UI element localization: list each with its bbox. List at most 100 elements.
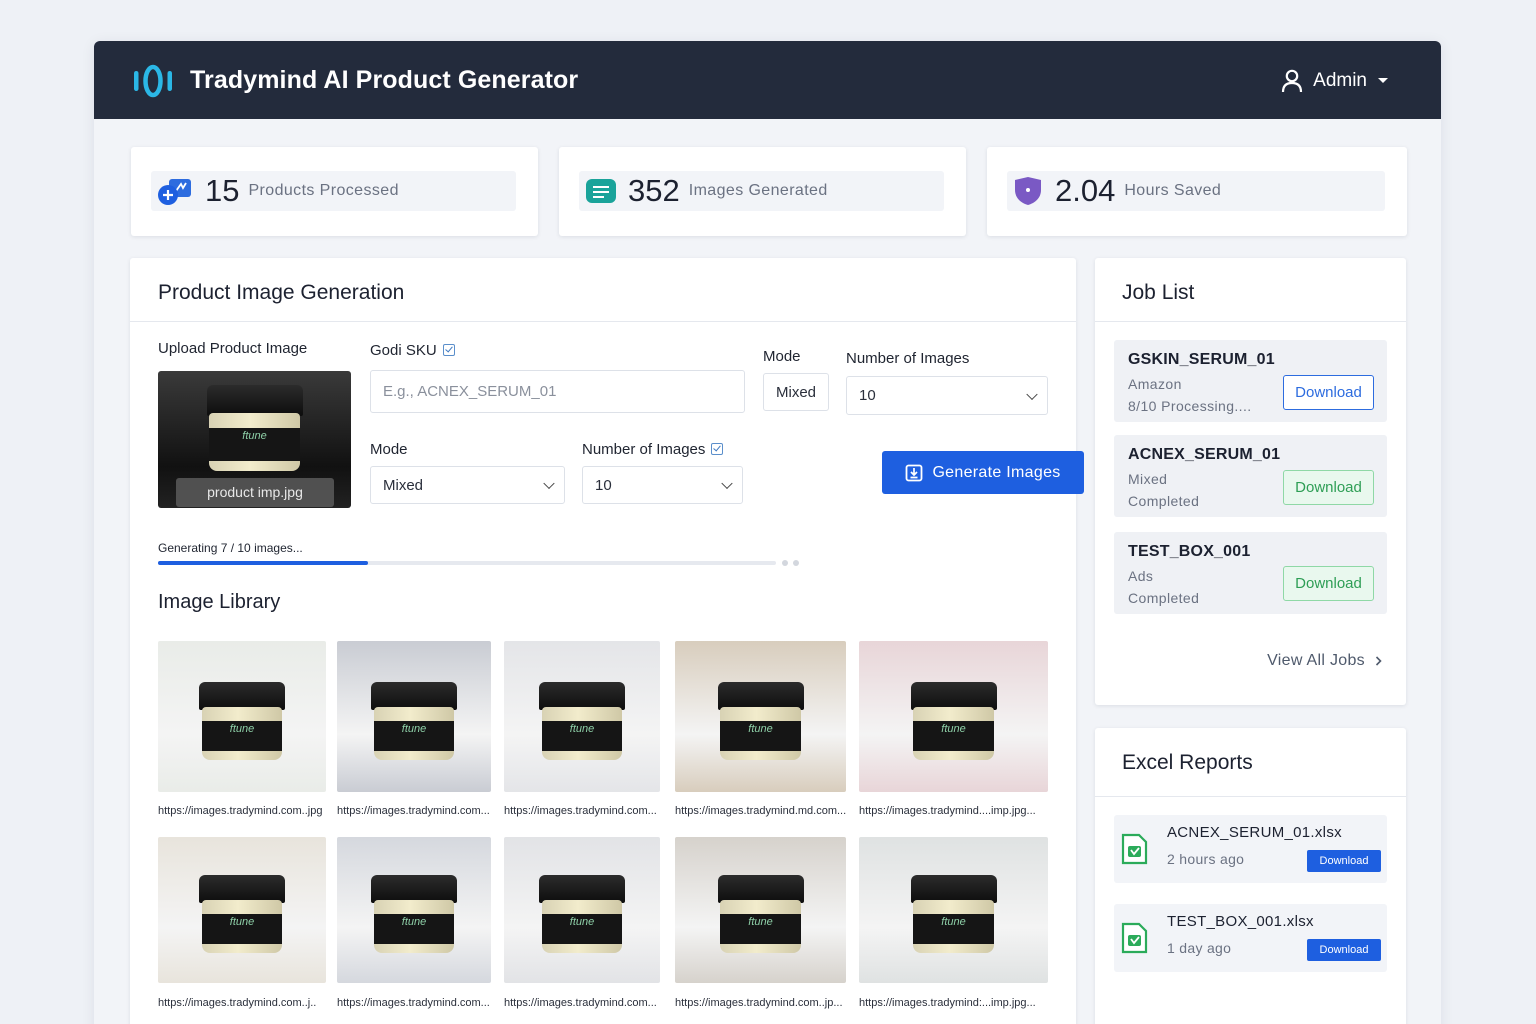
progress-dot: [793, 560, 799, 566]
image-url[interactable]: https://images.tradymind.com..jp...: [675, 997, 852, 1009]
user-name: Admin: [1313, 70, 1367, 91]
report-time: 2 hours ago: [1167, 851, 1245, 867]
product-jar-image: ftune: [371, 682, 457, 760]
chevron-down-icon: [543, 477, 555, 490]
stat-value: 352: [628, 173, 680, 208]
job-channel: Mixed: [1128, 471, 1168, 487]
tradymind-logo-icon: [134, 64, 172, 98]
num-images-label: Number of Images: [582, 441, 724, 458]
image-library-title: Image Library: [158, 591, 281, 613]
mode-select[interactable]: Mixed: [370, 466, 565, 504]
report-item[interactable]: TEST_BOX_001.xlsx 1 day ago Download: [1114, 904, 1387, 972]
job-list-title: Job List: [1122, 281, 1195, 304]
images-stack-icon: [586, 179, 616, 203]
image-url[interactable]: https://images.tradymind.com..j..: [158, 997, 332, 1009]
stat-value: 2.04: [1055, 173, 1116, 208]
product-jar-image: ftune: [371, 875, 457, 953]
generate-images-button[interactable]: Generate Images: [882, 451, 1084, 494]
report-item[interactable]: ACNEX_SERUM_01.xlsx 2 hours ago Download: [1114, 815, 1387, 883]
progress-bar: [158, 561, 776, 565]
job-card[interactable]: GSKIN_SERUM_01 Amazon 8/10 Processing...…: [1114, 340, 1387, 422]
job-download-button[interactable]: Download: [1283, 375, 1374, 410]
excel-file-icon: [1121, 922, 1148, 954]
stat-label: Images Generated: [688, 182, 828, 199]
excel-file-icon: [1121, 833, 1148, 865]
num-images-select[interactable]: 10: [582, 466, 743, 504]
mode-field-top[interactable]: Mixed: [763, 373, 829, 411]
divider: [130, 321, 1076, 322]
library-image[interactable]: ftune: [675, 837, 846, 983]
stat-products-processed: 15 Products Processed: [131, 147, 538, 236]
image-url[interactable]: https://images.tradymind.com...: [504, 997, 666, 1009]
chevron-down-icon: [1026, 388, 1038, 400]
user-icon: [1282, 69, 1303, 93]
library-image[interactable]: ftune: [337, 837, 491, 983]
user-menu[interactable]: Admin: [1281, 69, 1389, 93]
mode-label-top: Mode: [763, 348, 801, 365]
download-box-icon: [906, 464, 923, 481]
job-sku: GSKIN_SERUM_01: [1128, 351, 1275, 368]
product-jar-image: ftune: [717, 682, 804, 760]
library-image[interactable]: ftune: [675, 641, 846, 792]
image-url[interactable]: https://images.tradymind.com...: [504, 805, 666, 817]
checkbox-icon: [442, 344, 455, 356]
divider: [1095, 321, 1406, 322]
report-name: ACNEX_SERUM_01.xlsx: [1167, 824, 1342, 841]
image-url[interactable]: https://images.tradymind.com..jpg: [158, 805, 332, 817]
report-download-button[interactable]: Download: [1307, 939, 1381, 961]
report-name: TEST_BOX_001.xlsx: [1167, 913, 1314, 930]
job-card[interactable]: ACNEX_SERUM_01 Mixed Completed Download: [1114, 435, 1387, 517]
image-url[interactable]: https://images.tradymind.com...: [337, 997, 497, 1009]
image-url[interactable]: https://images.tradymind.com...: [337, 805, 497, 817]
mode-label: Mode: [370, 441, 408, 458]
app-window: Tradymind AI Product Generator Admin 15 …: [94, 41, 1441, 1024]
job-card[interactable]: TEST_BOX_001 Ads Completed Download: [1114, 532, 1387, 614]
sku-label: Godi SKU: [370, 342, 455, 359]
library-image[interactable]: ftune: [504, 641, 660, 792]
generation-title: Product Image Generation: [158, 281, 405, 304]
image-url[interactable]: https://images.tradymind.md.com...: [675, 805, 852, 817]
report-download-button[interactable]: Download: [1307, 850, 1381, 872]
library-image[interactable]: ftune: [859, 641, 1048, 792]
chevron-right-icon: [1375, 656, 1382, 666]
stat-images-generated: 352 Images Generated: [559, 147, 966, 236]
num-images-select-top[interactable]: 10: [846, 376, 1048, 415]
shield-icon: [1015, 177, 1041, 205]
generation-panel: Product Image Generation Upload Product …: [130, 258, 1084, 1024]
product-jar-image: ftune: [717, 875, 804, 953]
library-image[interactable]: ftune: [859, 837, 1048, 983]
progress-text: Generating 7 / 10 images...: [158, 541, 303, 555]
view-all-jobs-link[interactable]: View All Jobs: [1267, 652, 1382, 670]
job-status: Completed: [1128, 493, 1200, 509]
image-url[interactable]: https://images.tradymind....imp.jpg...: [859, 805, 1054, 817]
library-image[interactable]: ftune: [158, 641, 326, 792]
num-images-label-top: Number of Images: [846, 350, 970, 367]
job-download-button[interactable]: Download: [1283, 470, 1374, 505]
library-image[interactable]: ftune: [337, 641, 491, 792]
upload-preview[interactable]: ftune product imp.jpg: [158, 371, 351, 508]
stat-value: 15: [205, 173, 240, 208]
sku-input[interactable]: E.g., ACNEX_SERUM_01: [370, 370, 745, 413]
library-image[interactable]: ftune: [158, 837, 326, 983]
upload-filename: product imp.jpg: [176, 478, 334, 507]
job-download-button[interactable]: Download: [1283, 566, 1374, 601]
product-jar-image: ftune: [206, 385, 303, 471]
job-sku: TEST_BOX_001: [1128, 543, 1251, 560]
upload-label: Upload Product Image: [158, 340, 308, 357]
top-bar: Tradymind AI Product Generator Admin: [94, 41, 1441, 119]
product-jar-image: ftune: [539, 682, 625, 760]
chevron-down-icon: [721, 477, 733, 490]
progress-fill: [158, 561, 369, 565]
cloud-upload-icon: [158, 179, 191, 205]
job-channel: Amazon: [1128, 376, 1182, 392]
library-image[interactable]: ftune: [504, 837, 660, 983]
image-url[interactable]: https://images.tradymind:...imp.jpg...: [859, 997, 1054, 1009]
excel-reports-panel: Excel Reports ACNEX_SERUM_01.xlsx 2 hour…: [1095, 728, 1406, 1024]
divider: [1095, 796, 1406, 797]
excel-reports-title: Excel Reports: [1122, 751, 1253, 774]
job-sku: ACNEX_SERUM_01: [1128, 446, 1281, 463]
report-time: 1 day ago: [1167, 940, 1232, 956]
app-title: Tradymind AI Product Generator: [190, 66, 579, 94]
stat-label: Hours Saved: [1124, 182, 1222, 199]
job-list-panel: Job List GSKIN_SERUM_01 Amazon 8/10 Proc…: [1095, 258, 1406, 705]
